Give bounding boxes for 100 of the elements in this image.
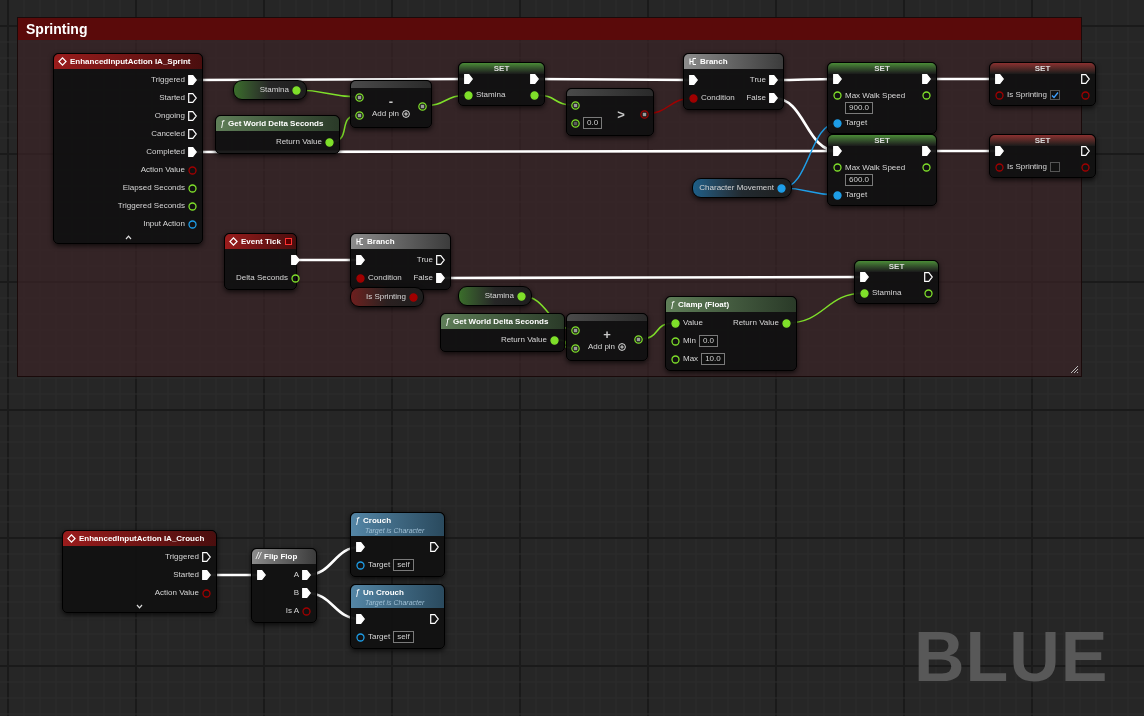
variable-node[interactable]: Stamina <box>233 80 307 100</box>
pin-icon[interactable] <box>356 560 365 570</box>
exec-pin-icon[interactable] <box>257 570 266 580</box>
exec-pin-icon[interactable] <box>436 255 445 265</box>
event-node[interactable]: EnhancedInputAction IA_Crouch Triggered Started Action Value <box>62 530 217 613</box>
variable-node[interactable]: Is Sprinting <box>350 287 424 307</box>
operator-node[interactable]: + Add pin <box>566 313 648 361</box>
exec-pin-icon[interactable] <box>1081 74 1090 84</box>
branch-icon <box>688 57 697 66</box>
exec-pin-icon[interactable] <box>302 570 311 580</box>
node-title: SET <box>888 262 905 271</box>
exec-pin-icon[interactable] <box>995 74 1004 84</box>
node-title: Branch <box>367 237 395 246</box>
exec-pin-icon[interactable] <box>833 146 842 156</box>
variable-node[interactable]: Character Movement <box>692 178 792 198</box>
node-title: Event Tick <box>241 237 281 246</box>
comment-title: Sprinting <box>26 22 88 36</box>
pin-icon[interactable] <box>188 219 197 229</box>
exec-pin-icon[interactable] <box>689 75 698 85</box>
exec-pin-icon[interactable] <box>188 93 197 103</box>
value-field[interactable]: self <box>393 631 414 643</box>
checkbox[interactable] <box>1050 90 1061 100</box>
delegate-pin-icon[interactable] <box>285 238 292 245</box>
exec-pin-icon[interactable] <box>188 111 197 121</box>
add-pin-button[interactable]: Add pin <box>371 109 411 118</box>
set-node[interactable]: SET Is Sprinting <box>989 62 1096 106</box>
variable-node[interactable]: Stamina <box>458 286 532 306</box>
branch-node[interactable]: Branch Condition True False <box>683 53 784 110</box>
function-node[interactable]: ƒ Get World Delta Seconds Return Value <box>215 115 340 154</box>
operator-node[interactable]: - Add pin <box>350 80 432 128</box>
exec-pin-icon[interactable] <box>530 74 539 84</box>
exec-pin-icon[interactable] <box>356 542 365 552</box>
pin-label: True <box>416 256 433 264</box>
pin-label: True <box>749 76 766 84</box>
pin-label: Max Walk Speed <box>845 163 906 172</box>
pin-label: Triggered <box>151 76 185 84</box>
function-node[interactable]: ƒ Get World Delta Seconds Return Value <box>440 313 565 352</box>
add-pin-button[interactable]: Add pin <box>587 342 627 351</box>
exec-pin-icon[interactable] <box>464 74 473 84</box>
exec-pin-icon[interactable] <box>833 74 842 84</box>
exec-pin-icon[interactable] <box>430 542 439 552</box>
pin-icon[interactable] <box>640 109 649 119</box>
diamond-icon <box>229 237 238 246</box>
exec-pin-icon[interactable] <box>922 146 931 156</box>
set-node[interactable]: SET Stamina <box>854 260 939 304</box>
value-field[interactable]: 900.0 <box>845 102 874 114</box>
set-node[interactable]: SET Stamina <box>458 62 545 106</box>
pin-icon[interactable] <box>833 190 842 200</box>
set-node[interactable]: SET Max Walk Speed 600.0 Target <box>827 134 937 206</box>
pin-label: Return Value <box>732 319 779 327</box>
value-field[interactable]: 0.0 <box>583 117 603 129</box>
function-icon: // <box>256 552 261 561</box>
exec-pin-icon[interactable] <box>430 614 439 624</box>
branch-node[interactable]: Branch Condition True False <box>350 233 451 290</box>
operator-node[interactable]: 0.0 > <box>566 88 654 136</box>
set-node[interactable]: SET Is Sprinting <box>989 134 1096 178</box>
exec-pin-icon[interactable] <box>188 129 197 139</box>
pin-label: False <box>413 274 433 282</box>
function-node[interactable]: ƒ Clamp (Float) Value Min 0.0 Max 10.0 Return Value <box>665 296 797 371</box>
exec-pin-icon[interactable] <box>995 146 1004 156</box>
exec-pin-icon[interactable] <box>302 588 311 598</box>
exec-pin-icon[interactable] <box>769 75 778 85</box>
value-field[interactable]: self <box>393 559 414 571</box>
macro-node[interactable]: // Flip Flop A B Is A <box>251 548 317 623</box>
pin-label: Input Action <box>143 220 185 228</box>
pin-label: Is Sprinting <box>1007 163 1048 171</box>
exec-pin-icon[interactable] <box>356 255 365 265</box>
value-field[interactable]: 10.0 <box>701 353 725 365</box>
pin-label: Is Sprinting <box>1007 91 1048 99</box>
set-node[interactable]: SET Max Walk Speed 900.0 Target <box>827 62 937 134</box>
exec-pin-icon[interactable] <box>188 75 197 85</box>
exec-pin-icon[interactable] <box>202 570 211 580</box>
pin-label: Stamina <box>872 289 902 297</box>
pin-label: Ongoing <box>154 112 185 120</box>
exec-pin-icon[interactable] <box>860 272 869 282</box>
pin-icon[interactable] <box>833 118 842 128</box>
chevron-down-icon[interactable] <box>136 604 143 609</box>
exec-pin-icon[interactable] <box>188 147 197 157</box>
exec-pin-icon[interactable] <box>924 272 933 282</box>
checkbox[interactable] <box>1050 162 1061 172</box>
event-node[interactable]: EnhancedInputAction IA_Sprint Triggered Started Ongoing Canceled Completed Action Value Elapsed Seconds Triggered Seconds Input Action <box>53 53 203 244</box>
exec-pin-icon[interactable] <box>922 74 931 84</box>
exec-pin-icon[interactable] <box>769 93 778 103</box>
value-field[interactable]: 600.0 <box>845 174 874 186</box>
exec-pin-icon[interactable] <box>356 614 365 624</box>
event-node[interactable]: Event Tick Delta Seconds <box>224 233 297 290</box>
pin-icon[interactable] <box>777 183 786 193</box>
pin-label: Triggered <box>165 553 199 561</box>
exec-pin-icon[interactable] <box>1081 146 1090 156</box>
chevron-up-icon[interactable] <box>124 235 132 240</box>
exec-pin-icon[interactable] <box>436 273 445 283</box>
pin-label: Stamina <box>259 86 289 94</box>
resize-grip-icon[interactable] <box>1071 366 1078 373</box>
branch-icon <box>355 237 364 246</box>
operator-symbol: > <box>617 107 625 121</box>
exec-pin-icon[interactable] <box>291 255 301 265</box>
exec-pin-icon[interactable] <box>202 552 211 562</box>
function-icon: ƒ <box>670 300 675 309</box>
value-field[interactable]: 0.0 <box>698 335 718 347</box>
pin-icon[interactable] <box>356 632 365 642</box>
